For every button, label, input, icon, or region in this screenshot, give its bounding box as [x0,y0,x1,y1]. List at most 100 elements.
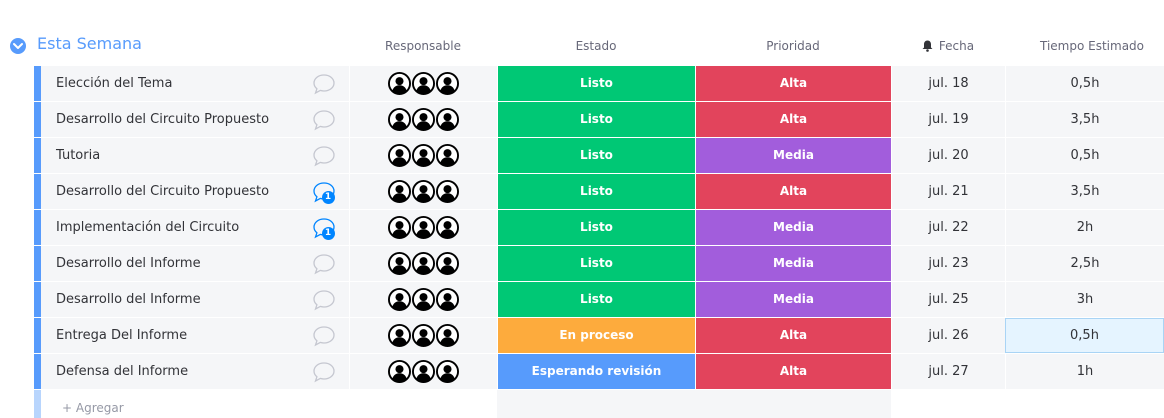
table-row[interactable]: Desarrollo del Informe Listo Media jul. 25 3… [34,282,1164,318]
group-collapse-toggle[interactable] [10,38,26,54]
person-avatar-icon[interactable] [388,144,411,167]
table-row[interactable]: Elección del Tema Listo Alta jul. 18 0,5h [34,66,1164,102]
responsable-cell[interactable] [349,210,497,245]
person-avatar-icon[interactable] [388,360,411,383]
table-row[interactable]: Entrega Del Informe En proceso Alta jul. 26… [34,318,1164,354]
estado-status-label[interactable]: Listo [497,174,695,209]
updates-bubble-icon[interactable] [312,145,336,167]
updates-cell[interactable] [298,102,349,137]
fecha-cell[interactable]: jul. 23 [891,246,1005,281]
updates-bubble-icon[interactable] [312,109,336,131]
updates-cell[interactable]: 1 [298,210,349,245]
updates-bubble-icon[interactable] [312,73,336,95]
tiempo-estimado-cell[interactable]: 0,5h [1005,66,1164,101]
fecha-cell[interactable]: jul. 21 [891,174,1005,209]
estado-status-label[interactable]: Listo [497,138,695,173]
fecha-cell[interactable]: jul. 19 [891,102,1005,137]
updates-cell[interactable] [298,354,349,389]
updates-bubble-icon[interactable]: 1 [312,181,336,204]
add-item-label[interactable]: + Agregar [62,401,124,415]
prioridad-label[interactable]: Media [695,282,891,317]
tiempo-estimado-cell[interactable]: 3,5h [1005,102,1164,137]
person-avatar-icon[interactable] [412,324,435,347]
updates-cell[interactable] [298,246,349,281]
person-avatar-icon[interactable] [388,216,411,239]
responsable-cell[interactable] [349,246,497,281]
table-row[interactable]: Implementación del Circuito 1 Listo Media ju… [34,210,1164,246]
prioridad-label[interactable]: Media [695,138,891,173]
fecha-cell[interactable]: jul. 20 [891,138,1005,173]
responsable-cell[interactable] [349,318,497,353]
tiempo-estimado-cell[interactable]: 2,5h [1005,246,1164,281]
tiempo-estimado-cell[interactable]: 3,5h [1005,174,1164,209]
prioridad-label[interactable]: Media [695,246,891,281]
fecha-cell[interactable]: jul. 18 [891,66,1005,101]
person-avatar-icon[interactable] [436,252,459,275]
fecha-cell[interactable]: jul. 22 [891,210,1005,245]
estado-status-label[interactable]: Listo [497,246,695,281]
column-header-estado[interactable]: Estado [497,39,695,53]
estado-status-label[interactable]: Esperando revisión [497,354,695,389]
person-avatar-icon[interactable] [412,180,435,203]
tiempo-estimado-cell[interactable]: 1h [1005,354,1164,389]
tiempo-estimado-cell[interactable]: 0,5h [1005,138,1164,173]
person-avatar-icon[interactable] [436,144,459,167]
person-avatar-icon[interactable] [388,180,411,203]
tiempo-estimado-cell[interactable]: 3h [1005,282,1164,317]
table-row[interactable]: Desarrollo del Circuito Propuesto Listo Al… [34,102,1164,138]
person-avatar-icon[interactable] [412,288,435,311]
person-avatar-icon[interactable] [436,288,459,311]
table-row[interactable]: Tutoria Listo Media jul. 20 0,5h [34,138,1164,174]
prioridad-label[interactable]: Alta [695,354,891,389]
prioridad-label[interactable]: Alta [695,318,891,353]
estado-status-label[interactable]: Listo [497,210,695,245]
column-header-fecha[interactable]: Fecha [891,39,1005,53]
person-avatar-icon[interactable] [388,72,411,95]
updates-bubble-icon[interactable] [312,361,336,383]
responsable-cell[interactable] [349,282,497,317]
person-avatar-icon[interactable] [412,108,435,131]
person-avatar-icon[interactable] [412,360,435,383]
estado-status-label[interactable]: En proceso [497,318,695,353]
updates-cell[interactable] [298,138,349,173]
prioridad-label[interactable]: Alta [695,66,891,101]
responsable-cell[interactable] [349,354,497,389]
table-row[interactable]: Desarrollo del Informe Listo Media jul. 23 2… [34,246,1164,282]
add-item-row[interactable]: + Agregar [34,390,1164,418]
updates-cell[interactable] [298,282,349,317]
responsable-cell[interactable] [349,138,497,173]
estado-status-label[interactable]: Listo [497,102,695,137]
person-avatar-icon[interactable] [436,180,459,203]
updates-bubble-icon[interactable]: 1 [312,217,336,240]
updates-bubble-icon[interactable] [312,289,336,311]
estado-status-label[interactable]: Listo [497,66,695,101]
updates-bubble-icon[interactable] [312,325,336,347]
person-avatar-icon[interactable] [436,108,459,131]
person-avatar-icon[interactable] [412,252,435,275]
updates-cell[interactable] [298,66,349,101]
column-header-tiempo-estimado[interactable]: Tiempo Estimado [1005,39,1164,53]
column-header-prioridad[interactable]: Prioridad [695,39,891,53]
responsable-cell[interactable] [349,102,497,137]
fecha-cell[interactable]: jul. 25 [891,282,1005,317]
updates-cell[interactable]: 1 [298,174,349,209]
person-avatar-icon[interactable] [388,288,411,311]
responsable-cell[interactable] [349,66,497,101]
fecha-cell[interactable]: jul. 27 [891,354,1005,389]
column-header-responsable[interactable]: Responsable [349,39,497,53]
person-avatar-icon[interactable] [388,252,411,275]
person-avatar-icon[interactable] [412,216,435,239]
prioridad-label[interactable]: Alta [695,174,891,209]
prioridad-label[interactable]: Media [695,210,891,245]
fecha-cell[interactable]: jul. 26 [891,318,1005,353]
updates-cell[interactable] [298,318,349,353]
tiempo-estimado-cell[interactable]: 0,5h [1005,318,1164,353]
person-avatar-icon[interactable] [436,360,459,383]
person-avatar-icon[interactable] [412,72,435,95]
person-avatar-icon[interactable] [436,216,459,239]
group-title[interactable]: Esta Semana [37,34,142,53]
prioridad-label[interactable]: Alta [695,102,891,137]
person-avatar-icon[interactable] [388,324,411,347]
table-row[interactable]: Desarrollo del Circuito Propuesto 1 Listo A… [34,174,1164,210]
table-row[interactable]: Defensa del Informe Esperando revisión Alt… [34,354,1164,390]
